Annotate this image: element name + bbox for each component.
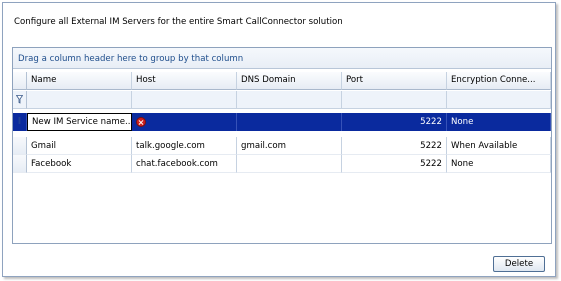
filter-row-selector[interactable] bbox=[13, 91, 27, 109]
row-selector[interactable] bbox=[13, 137, 27, 155]
new-row-port-cell[interactable]: 5222 bbox=[342, 113, 447, 131]
column-header-port[interactable]: Port bbox=[342, 72, 447, 90]
filter-cell-host[interactable] bbox=[132, 91, 237, 109]
column-header-dns-domain[interactable]: DNS Domain bbox=[237, 72, 342, 90]
filter-row bbox=[13, 91, 551, 109]
header-row: Name Host DNS Domain Port Encryption Con… bbox=[13, 72, 551, 90]
panel-caption: Configure all External IM Servers for th… bbox=[14, 17, 343, 27]
im-servers-grid[interactable]: Drag a column header here to group by th… bbox=[12, 47, 552, 244]
cell-dns-domain[interactable]: gmail.com bbox=[237, 137, 342, 155]
filter-funnel-icon bbox=[16, 95, 23, 104]
cell-port[interactable]: 5222 bbox=[342, 137, 447, 155]
table-row[interactable]: Facebook chat.facebook.com 5222 None bbox=[13, 155, 551, 173]
header-row-selector bbox=[13, 72, 27, 90]
new-row-name-input[interactable]: New IM Service name... bbox=[27, 113, 132, 131]
delete-button[interactable]: Delete bbox=[493, 256, 545, 272]
column-header-host[interactable]: Host bbox=[132, 72, 237, 90]
cell-encryption[interactable]: When Available bbox=[447, 137, 551, 155]
cell-encryption[interactable]: None bbox=[447, 155, 551, 173]
new-row-selector[interactable]: I bbox=[13, 113, 27, 131]
cell-host[interactable]: chat.facebook.com bbox=[132, 155, 237, 173]
new-row-dns-cell[interactable] bbox=[237, 113, 342, 131]
table-row[interactable]: Gmail talk.google.com gmail.com 5222 Whe… bbox=[13, 137, 551, 155]
row-selector[interactable] bbox=[13, 155, 27, 173]
im-servers-panel: Configure all External IM Servers for th… bbox=[2, 2, 556, 277]
filter-cell-name[interactable] bbox=[27, 91, 132, 109]
filter-cell-encryption[interactable] bbox=[447, 91, 551, 109]
column-header-name[interactable]: Name bbox=[27, 72, 132, 90]
new-row-encryption-cell[interactable]: None bbox=[447, 113, 551, 131]
column-header-encryption[interactable]: Encryption Conne... bbox=[447, 72, 551, 90]
cell-port[interactable]: 5222 bbox=[342, 155, 447, 173]
filter-cell-dns-domain[interactable] bbox=[237, 91, 342, 109]
filter-cell-port[interactable] bbox=[342, 91, 447, 109]
cell-name[interactable]: Gmail bbox=[27, 137, 132, 155]
new-row-host-cell[interactable]: × bbox=[132, 113, 237, 131]
cell-host[interactable]: talk.google.com bbox=[132, 137, 237, 155]
new-row[interactable]: I New IM Service name... × 5222 None bbox=[13, 113, 551, 131]
edit-cursor-icon: I bbox=[17, 116, 22, 127]
cell-dns-domain[interactable] bbox=[237, 155, 342, 173]
error-icon: × bbox=[136, 116, 146, 127]
cell-name[interactable]: Facebook bbox=[27, 155, 132, 173]
group-by-area[interactable]: Drag a column header here to group by th… bbox=[13, 48, 551, 69]
